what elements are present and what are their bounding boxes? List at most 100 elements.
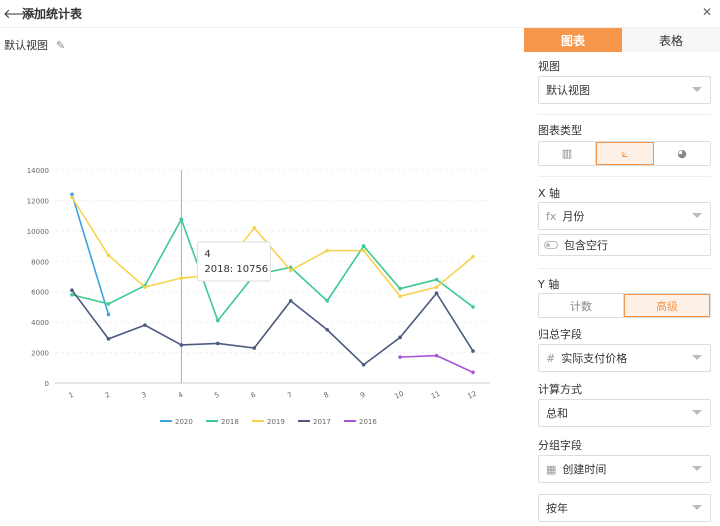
y-mode-count-button[interactable]: 计数	[539, 294, 624, 317]
calc-method-select[interactable]: 总和	[538, 399, 711, 427]
divider	[538, 114, 711, 115]
calc-method-value: 总和	[546, 407, 568, 420]
legend-label-2017: 2017	[313, 418, 331, 426]
y-tick-label: 6000	[31, 289, 49, 297]
view-select[interactable]: 默认视图	[538, 76, 711, 104]
agg-field-value: 实际支付价格	[561, 352, 628, 365]
view-select-value: 默认视图	[546, 84, 590, 97]
y-tick-label: 14000	[27, 167, 49, 175]
x-tick-label: 1	[67, 391, 74, 400]
data-point-2019	[325, 248, 329, 253]
pencil-icon[interactable]: ✎	[56, 39, 65, 52]
data-point-2016	[471, 370, 475, 375]
x-tick-label: 7	[286, 391, 293, 400]
data-point-2018	[106, 302, 111, 306]
data-point-2016	[398, 355, 402, 359]
data-point-2017	[70, 288, 74, 292]
x-tick-label: 4	[177, 390, 185, 399]
view-name-row: 默认视图 ✎	[4, 37, 65, 53]
y-tick-label: 8000	[31, 258, 49, 266]
arrow-left-icon[interactable]: 🡐	[3, 6, 38, 22]
toggle-switch[interactable]	[544, 241, 558, 249]
chevron-down-icon	[692, 355, 702, 360]
data-point-2017	[325, 327, 329, 332]
x-tick-label: 10	[394, 390, 405, 401]
x-tick-label: 11	[430, 390, 441, 401]
sidebar-tabs: 图表 表格	[524, 28, 720, 52]
agg-field-label: 归总字段	[538, 328, 582, 341]
y-tick-label: 12000	[27, 197, 49, 205]
tooltip-value: 2018: 10756	[204, 264, 268, 275]
data-point-2017	[179, 343, 184, 347]
group-field-select[interactable]: ▦ 创建时间	[538, 455, 711, 483]
chart-type-line-button[interactable]: ⟀	[596, 142, 654, 165]
data-point-2016	[434, 353, 439, 358]
data-point-2018	[179, 217, 184, 222]
close-icon[interactable]: ✕	[702, 5, 712, 19]
y-mode-advanced-button[interactable]: 高级	[624, 294, 710, 317]
group-field-label: 分组字段	[538, 439, 582, 452]
x-axis-field-value: 月份	[562, 210, 585, 223]
x-tick-label: 5	[213, 391, 220, 400]
tab-table[interactable]: 表格	[622, 28, 720, 52]
data-point-2018	[398, 286, 402, 291]
data-point-2017	[252, 346, 257, 350]
chart-type-selector: ▥ ⟀ ◕	[538, 141, 711, 166]
chart-type-label: 图表类型	[538, 124, 582, 137]
legend-label-2018: 2018	[221, 418, 239, 426]
chevron-down-icon	[692, 466, 702, 471]
data-point-2019	[179, 276, 184, 280]
data-point-2019	[143, 285, 147, 289]
formula-icon: fx	[546, 209, 557, 223]
group-granularity-select[interactable]: 按年	[538, 494, 711, 522]
header-bar: 🡐 添加统计表 ✕	[0, 0, 720, 28]
view-name: 默认视图	[4, 39, 48, 52]
chart-type-bar-button[interactable]: ▥	[539, 142, 596, 165]
line-chart-svg: 020004000600080001000012000140001 2 3 4 5 6 7 8…	[27, 167, 490, 426]
line-chart: 0 2000 4000 6000 8000 10000 12000 14000 1 2 3 4 5 6 7 8…	[0, 150, 510, 440]
data-point-2018	[434, 277, 439, 282]
data-point-2019	[252, 226, 257, 230]
data-point-2020	[106, 312, 111, 317]
x-tick-label: 12	[466, 390, 477, 401]
y-tick-label: 4000	[31, 319, 49, 327]
data-point-2017	[471, 349, 475, 353]
hash-icon: #	[546, 351, 556, 365]
data-point-2019	[434, 285, 439, 289]
legend-label-2016: 2016	[359, 418, 377, 426]
tab-chart[interactable]: 图表	[524, 28, 622, 52]
x-axis-label: X 轴	[538, 187, 561, 200]
y-tick-label: 10000	[27, 228, 49, 236]
calc-method-label: 计算方式	[538, 383, 582, 396]
include-empty-label: 包含空行	[564, 239, 608, 252]
data-point-2018	[325, 299, 329, 303]
y-tick-label: 2000	[31, 350, 49, 358]
data-point-2019	[288, 268, 293, 273]
chart-type-pie-button[interactable]: ◕	[654, 142, 710, 165]
data-point-2019	[70, 195, 74, 200]
divider	[538, 176, 711, 177]
tooltip-box	[196, 241, 271, 282]
group-granularity-value: 按年	[546, 502, 568, 515]
data-point-2017	[143, 323, 147, 327]
group-field-value: 创建时间	[562, 463, 607, 476]
pie-chart-icon: ◕	[677, 147, 687, 160]
legend-label-2019: 2019	[267, 418, 285, 426]
data-point-2017	[398, 335, 402, 340]
divider	[538, 268, 711, 269]
agg-field-select[interactable]: # 实际支付价格	[538, 344, 711, 372]
data-point-2017	[106, 337, 111, 341]
data-point-2019	[361, 248, 366, 253]
x-tick-label: 9	[359, 391, 366, 400]
include-empty-toggle-row[interactable]: 包含空行	[538, 234, 711, 256]
data-point-2017	[288, 299, 293, 303]
chevron-down-icon	[692, 87, 702, 92]
series-line-2018	[71, 217, 474, 323]
chevron-down-icon	[692, 410, 702, 415]
data-point-2018	[471, 305, 475, 309]
x-tick-label: 6	[250, 390, 258, 399]
x-axis-field-select[interactable]: fx 月份	[538, 202, 711, 230]
data-point-2018	[361, 244, 366, 248]
view-label: 视图	[538, 60, 560, 73]
data-point-2019	[471, 254, 475, 259]
